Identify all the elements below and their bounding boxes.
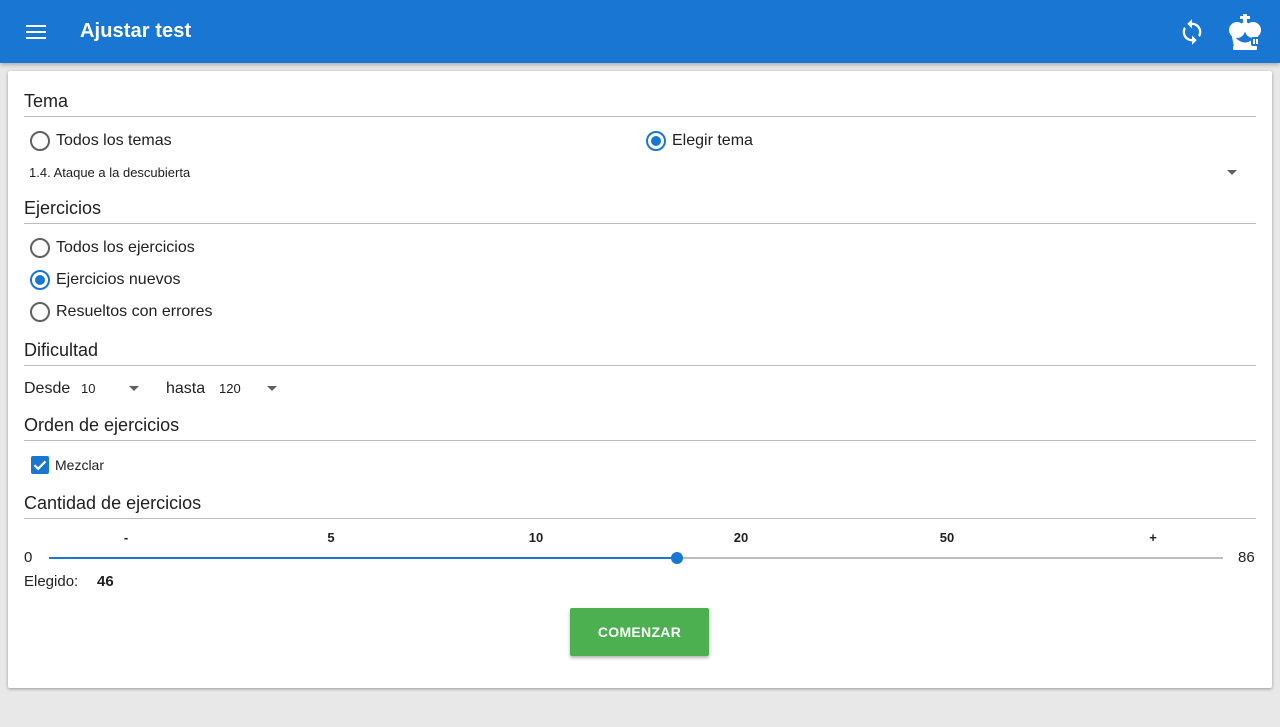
radio-label: Elegir tema — [672, 132, 753, 149]
slider-max-label: 86 — [1238, 549, 1255, 566]
difficulty-to-label: hasta — [166, 380, 206, 397]
topic-dropdown-value: 1.4. Ataque a la descubierta — [29, 165, 191, 180]
divider — [24, 440, 1256, 441]
radio-circle-icon — [30, 302, 50, 322]
difficulty-to-value: 120 — [219, 381, 241, 396]
section-title-orden: Orden de ejercicios — [24, 415, 180, 435]
preset-50[interactable]: 50 — [940, 530, 954, 545]
section-title-ejercicios: Ejercicios — [24, 198, 102, 218]
radio-resueltos-con-errores[interactable]: Resueltos con errores — [30, 302, 213, 322]
dropdown-arrow-icon — [129, 386, 139, 391]
preset-more[interactable]: + — [1149, 530, 1157, 545]
radio-circle-icon — [646, 131, 666, 151]
chosen-label: Elegido: — [24, 573, 79, 590]
section-title-tema: Tema — [24, 91, 69, 111]
radio-label: Resueltos con errores — [56, 303, 213, 320]
checkmark-icon — [33, 460, 47, 471]
radio-label: Todos los temas — [56, 132, 172, 149]
quantity-slider[interactable] — [49, 552, 1223, 564]
difficulty-from-dropdown[interactable]: 10 — [81, 381, 143, 401]
divider — [24, 116, 1256, 117]
difficulty-to-dropdown[interactable]: 120 — [219, 381, 281, 401]
preset-20[interactable]: 20 — [734, 530, 748, 545]
slider-min-label: 0 — [24, 549, 33, 566]
dropdown-arrow-icon — [1227, 170, 1237, 175]
hamburger-menu-icon[interactable] — [22, 20, 50, 44]
radio-todos-los-ejercicios[interactable]: Todos los ejercicios — [30, 238, 195, 258]
divider — [24, 365, 1256, 366]
preset-5[interactable]: 5 — [327, 530, 334, 545]
start-button[interactable]: COMENZAR — [570, 608, 709, 656]
section-title-dificultad: Dificultad — [24, 340, 99, 360]
radio-circle-icon — [30, 131, 50, 151]
radio-circle-icon — [30, 270, 50, 290]
radio-ejercicios-nuevos[interactable]: Ejercicios nuevos — [30, 270, 181, 290]
topic-dropdown[interactable]: 1.4. Ataque a la descubierta — [29, 165, 1256, 185]
divider — [24, 518, 1256, 519]
checkbox-box — [31, 456, 49, 474]
chosen-value: 46 — [97, 573, 114, 590]
radio-todos-los-temas[interactable]: Todos los temas — [30, 131, 172, 151]
divider — [24, 223, 1256, 224]
slider-fill — [49, 557, 677, 559]
dropdown-arrow-icon — [267, 386, 277, 391]
page-title: Ajustar test — [80, 20, 192, 42]
app-bar: Ajustar test — [0, 0, 1280, 63]
chess-king-logo-icon[interactable] — [1226, 13, 1264, 51]
radio-circle-icon — [30, 238, 50, 258]
preset-10[interactable]: 10 — [529, 530, 543, 545]
difficulty-from-value: 10 — [81, 381, 96, 396]
difficulty-from-label: Desde — [24, 380, 71, 397]
sync-icon[interactable] — [1178, 18, 1206, 46]
radio-label: Ejercicios nuevos — [56, 271, 181, 288]
shuffle-checkbox[interactable]: Mezclar — [31, 456, 104, 474]
radio-label: Todos los ejercicios — [56, 239, 195, 256]
section-title-cantidad: Cantidad de ejercicios — [24, 493, 202, 513]
settings-card: Tema Todos los temas Elegir tema 1.4. At… — [8, 71, 1272, 688]
radio-elegir-tema[interactable]: Elegir tema — [646, 131, 753, 151]
shuffle-label: Mezclar — [55, 457, 105, 473]
preset-less[interactable]: - — [124, 530, 128, 545]
slider-thumb[interactable] — [671, 552, 683, 564]
